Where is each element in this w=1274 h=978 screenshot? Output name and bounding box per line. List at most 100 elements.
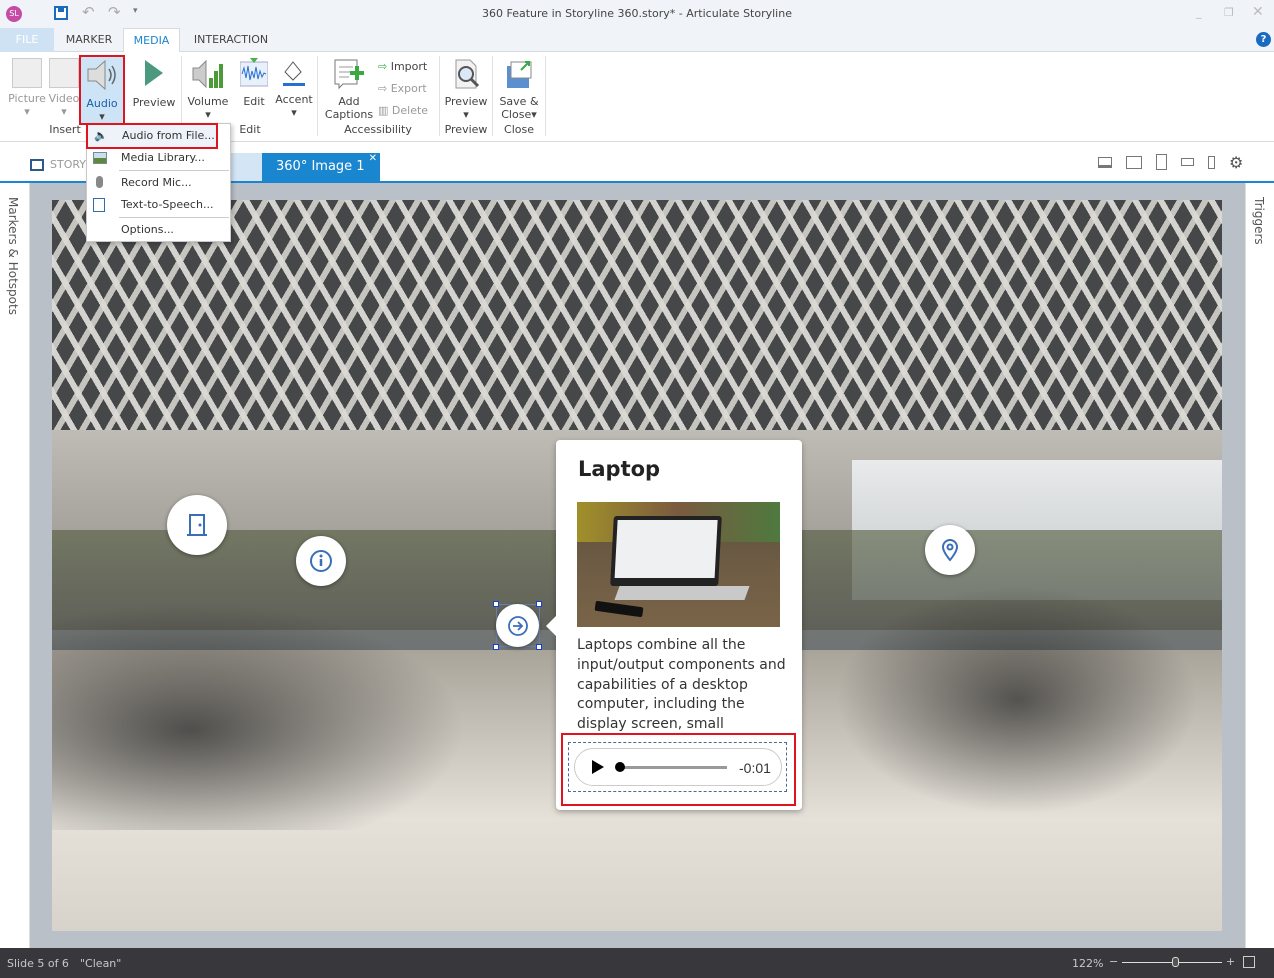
tab-marker[interactable]: MARKER <box>56 28 122 52</box>
slide-counter: Slide 5 of 6 <box>7 957 69 970</box>
menu-item-audio-from-file[interactable]: 🔈 Audio from File... <box>86 123 218 149</box>
trash-icon: ▥ <box>378 104 389 117</box>
menu-item-options[interactable]: Options... <box>87 219 230 241</box>
status-bar: Slide 5 of 6 "Clean" 122% − + <box>0 948 1274 978</box>
divider <box>545 56 546 136</box>
audio-highlight-box <box>561 733 796 806</box>
help-icon[interactable]: ? <box>1256 32 1271 47</box>
accent-icon <box>283 61 305 86</box>
audio-dropdown-menu: 🔈 Audio from File... Media Library... Rec… <box>86 123 231 242</box>
tablet-portrait-icon[interactable] <box>1156 154 1167 170</box>
close-group-label: Close <box>504 123 534 136</box>
selection-handle[interactable] <box>536 601 542 607</box>
menu-item-record-mic[interactable]: Record Mic... <box>87 172 230 194</box>
customize-quick-access-icon[interactable]: ▾ <box>133 6 138 16</box>
volume-button[interactable]: Volume ▾ <box>186 58 230 121</box>
accessibility-group-label: Accessibility <box>344 123 412 136</box>
zoom-level: 122% <box>1072 957 1104 970</box>
fit-to-window-icon[interactable] <box>1243 956 1255 968</box>
chairs-left <box>52 580 512 830</box>
card-body: Laptops combine all the input/output com… <box>577 637 786 733</box>
restore-button[interactable]: ❐ <box>1224 6 1234 19</box>
export-captions-button[interactable]: ⇨ Export <box>378 82 427 95</box>
import-icon: ⇨ <box>378 60 388 73</box>
chairs-right <box>812 570 1222 830</box>
preview-button[interactable]: Preview ▾ <box>443 58 489 121</box>
menu-item-text-to-speech[interactable]: Text-to-Speech... <box>87 194 230 216</box>
microphone-icon <box>96 176 103 188</box>
story-tab[interactable]: STORY <box>30 158 86 171</box>
edit-audio-button[interactable]: Edit <box>236 58 272 108</box>
theme-name: "Clean" <box>80 957 122 970</box>
location-pin-icon <box>941 539 959 562</box>
redo-icon[interactable]: ↷ <box>108 3 121 21</box>
minimize-button[interactable]: _ <box>1196 6 1202 19</box>
info-icon <box>310 550 332 572</box>
tab-file[interactable]: FILE <box>0 28 54 52</box>
close-tab-icon[interactable]: ✕ <box>369 145 377 173</box>
insert-group-label: Insert <box>49 123 81 136</box>
divider <box>317 56 318 136</box>
arrow-right-icon <box>507 615 528 636</box>
menu-item-media-library[interactable]: Media Library... <box>87 147 230 169</box>
save-close-icon <box>507 61 532 88</box>
text-to-speech-icon <box>93 198 105 212</box>
edit-group-label: Edit <box>239 123 261 136</box>
menu-divider <box>119 170 229 171</box>
delete-captions-button[interactable]: ▥ Delete <box>378 104 428 117</box>
zoom-in-button[interactable]: + <box>1226 955 1235 968</box>
preview-group-label: Preview <box>444 123 488 136</box>
card-pointer <box>546 616 556 636</box>
zoom-slider-thumb[interactable] <box>1172 957 1179 967</box>
preview-magnifier-icon <box>455 59 480 89</box>
selection-handle[interactable] <box>493 601 499 607</box>
markers-hotspots-panel[interactable]: Markers & Hotspots <box>0 183 30 948</box>
play-icon <box>145 60 163 86</box>
volume-icon <box>192 59 223 89</box>
undo-icon[interactable]: ↶ <box>82 3 95 21</box>
save-and-close-button[interactable]: Save & Close▾ <box>496 58 542 121</box>
picture-button[interactable]: Picture ▾ <box>6 58 48 118</box>
ribbon-tabs: FILE MARKER MEDIA INTERACTION ? <box>0 28 1274 53</box>
story-view-icon <box>30 159 44 171</box>
settings-gear-icon[interactable]: ⚙ <box>1229 153 1243 172</box>
selection-handle[interactable] <box>493 644 499 650</box>
video-button[interactable]: Video ▾ <box>48 58 80 118</box>
doc-tab-360-image[interactable]: 360° Image 1 ✕ <box>262 153 380 181</box>
phone-landscape-icon[interactable] <box>1181 158 1194 166</box>
close-button[interactable]: ✕ <box>1252 4 1264 20</box>
window-title: 360 Feature in Storyline 360.story* - Ar… <box>482 7 792 20</box>
title-bar: SL ↶ ↷ ▾ 360 Feature in Storyline 360.st… <box>0 0 1274 28</box>
video-icon <box>49 58 79 88</box>
laptop-image <box>577 502 780 627</box>
captions-icon <box>334 59 364 90</box>
speaker-icon <box>87 59 116 91</box>
desktop-icon[interactable] <box>1098 156 1112 168</box>
tab-media[interactable]: MEDIA <box>123 28 180 53</box>
divider <box>492 56 493 136</box>
speaker-file-icon: 🔈 <box>94 129 108 142</box>
hotspot-location[interactable] <box>925 525 975 575</box>
preview-media-button[interactable]: Preview <box>130 58 178 109</box>
waveform-icon <box>240 58 268 87</box>
audio-button[interactable]: Audio ▾ <box>79 55 125 125</box>
tab-interaction[interactable]: INTERACTION <box>186 28 276 52</box>
import-captions-button[interactable]: ⇨ Import <box>378 60 427 73</box>
hotspot-info[interactable] <box>296 536 346 586</box>
phone-portrait-icon[interactable] <box>1208 155 1215 169</box>
hotspot-arrow[interactable] <box>496 604 539 647</box>
export-icon: ⇨ <box>378 82 388 95</box>
selection-handle[interactable] <box>536 644 542 650</box>
menu-divider <box>119 217 229 218</box>
add-captions-button[interactable]: Add Captions <box>322 58 376 121</box>
save-icon[interactable] <box>54 6 68 20</box>
triggers-panel[interactable]: Triggers <box>1245 183 1274 948</box>
device-preview-toolbar: ⚙ <box>1098 152 1243 172</box>
hotspot-door[interactable] <box>167 495 227 555</box>
app-logo: SL <box>6 6 22 22</box>
accent-button[interactable]: Accent ▾ <box>274 58 314 119</box>
tablet-landscape-icon[interactable] <box>1126 155 1142 169</box>
picture-icon <box>12 58 42 88</box>
divider <box>439 56 440 136</box>
zoom-out-button[interactable]: − <box>1109 955 1118 968</box>
